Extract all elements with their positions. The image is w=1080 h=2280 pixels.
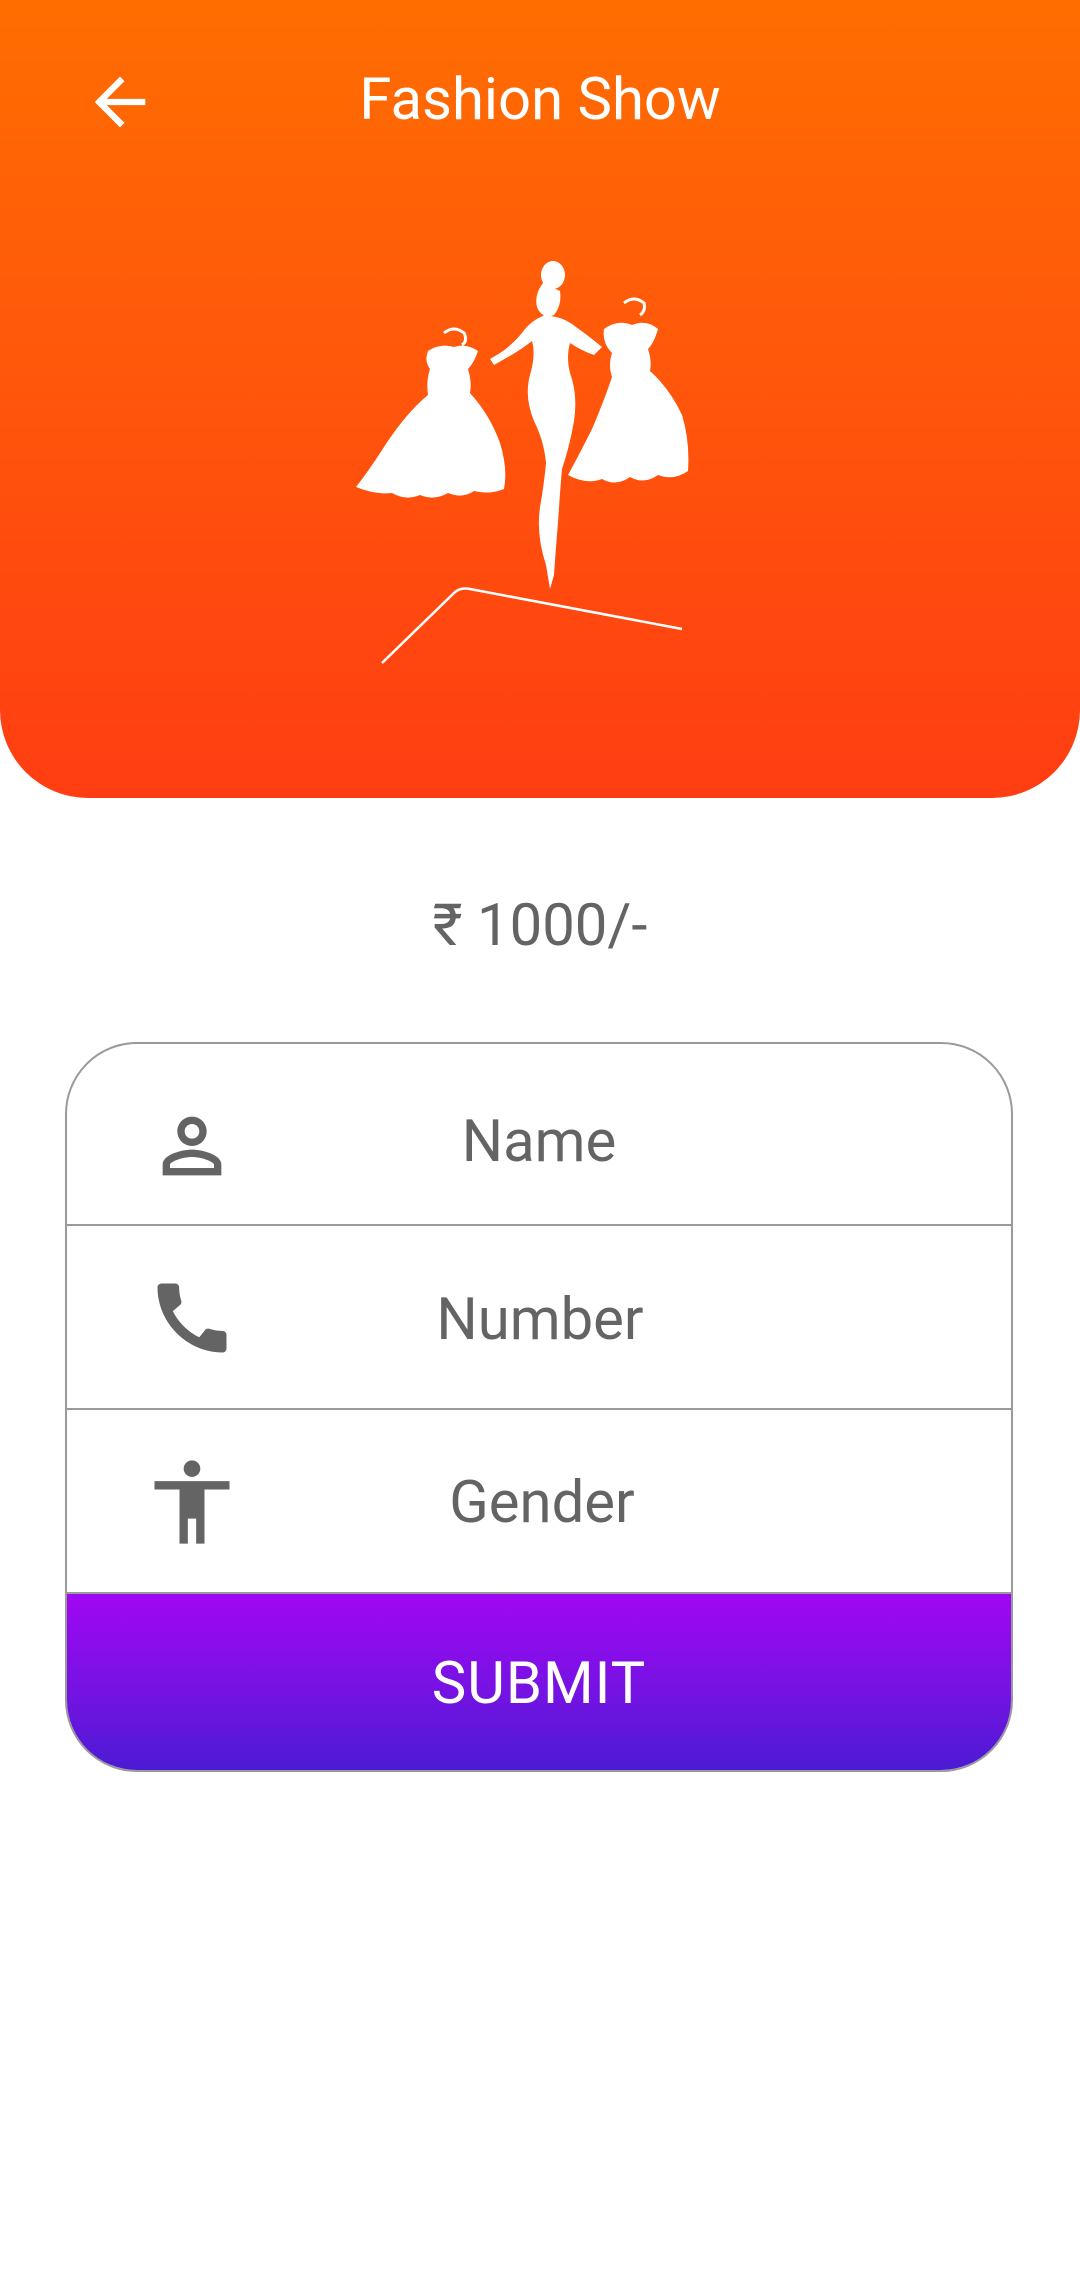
name-row [67, 1044, 1011, 1226]
price-label: ₹ 1000/- [432, 892, 648, 960]
registration-form: SUBMIT [65, 1042, 1013, 1772]
accessibility-icon [142, 1452, 242, 1552]
phone-icon [142, 1268, 242, 1368]
gender-row [67, 1410, 1011, 1594]
submit-button[interactable]: SUBMIT [67, 1594, 1011, 1770]
page-title: Fashion Show [359, 66, 721, 134]
person-icon [142, 1096, 242, 1196]
fashion-show-illustration [356, 261, 689, 664]
header-banner: Fashion Show [0, 0, 1080, 798]
number-row [67, 1226, 1011, 1410]
